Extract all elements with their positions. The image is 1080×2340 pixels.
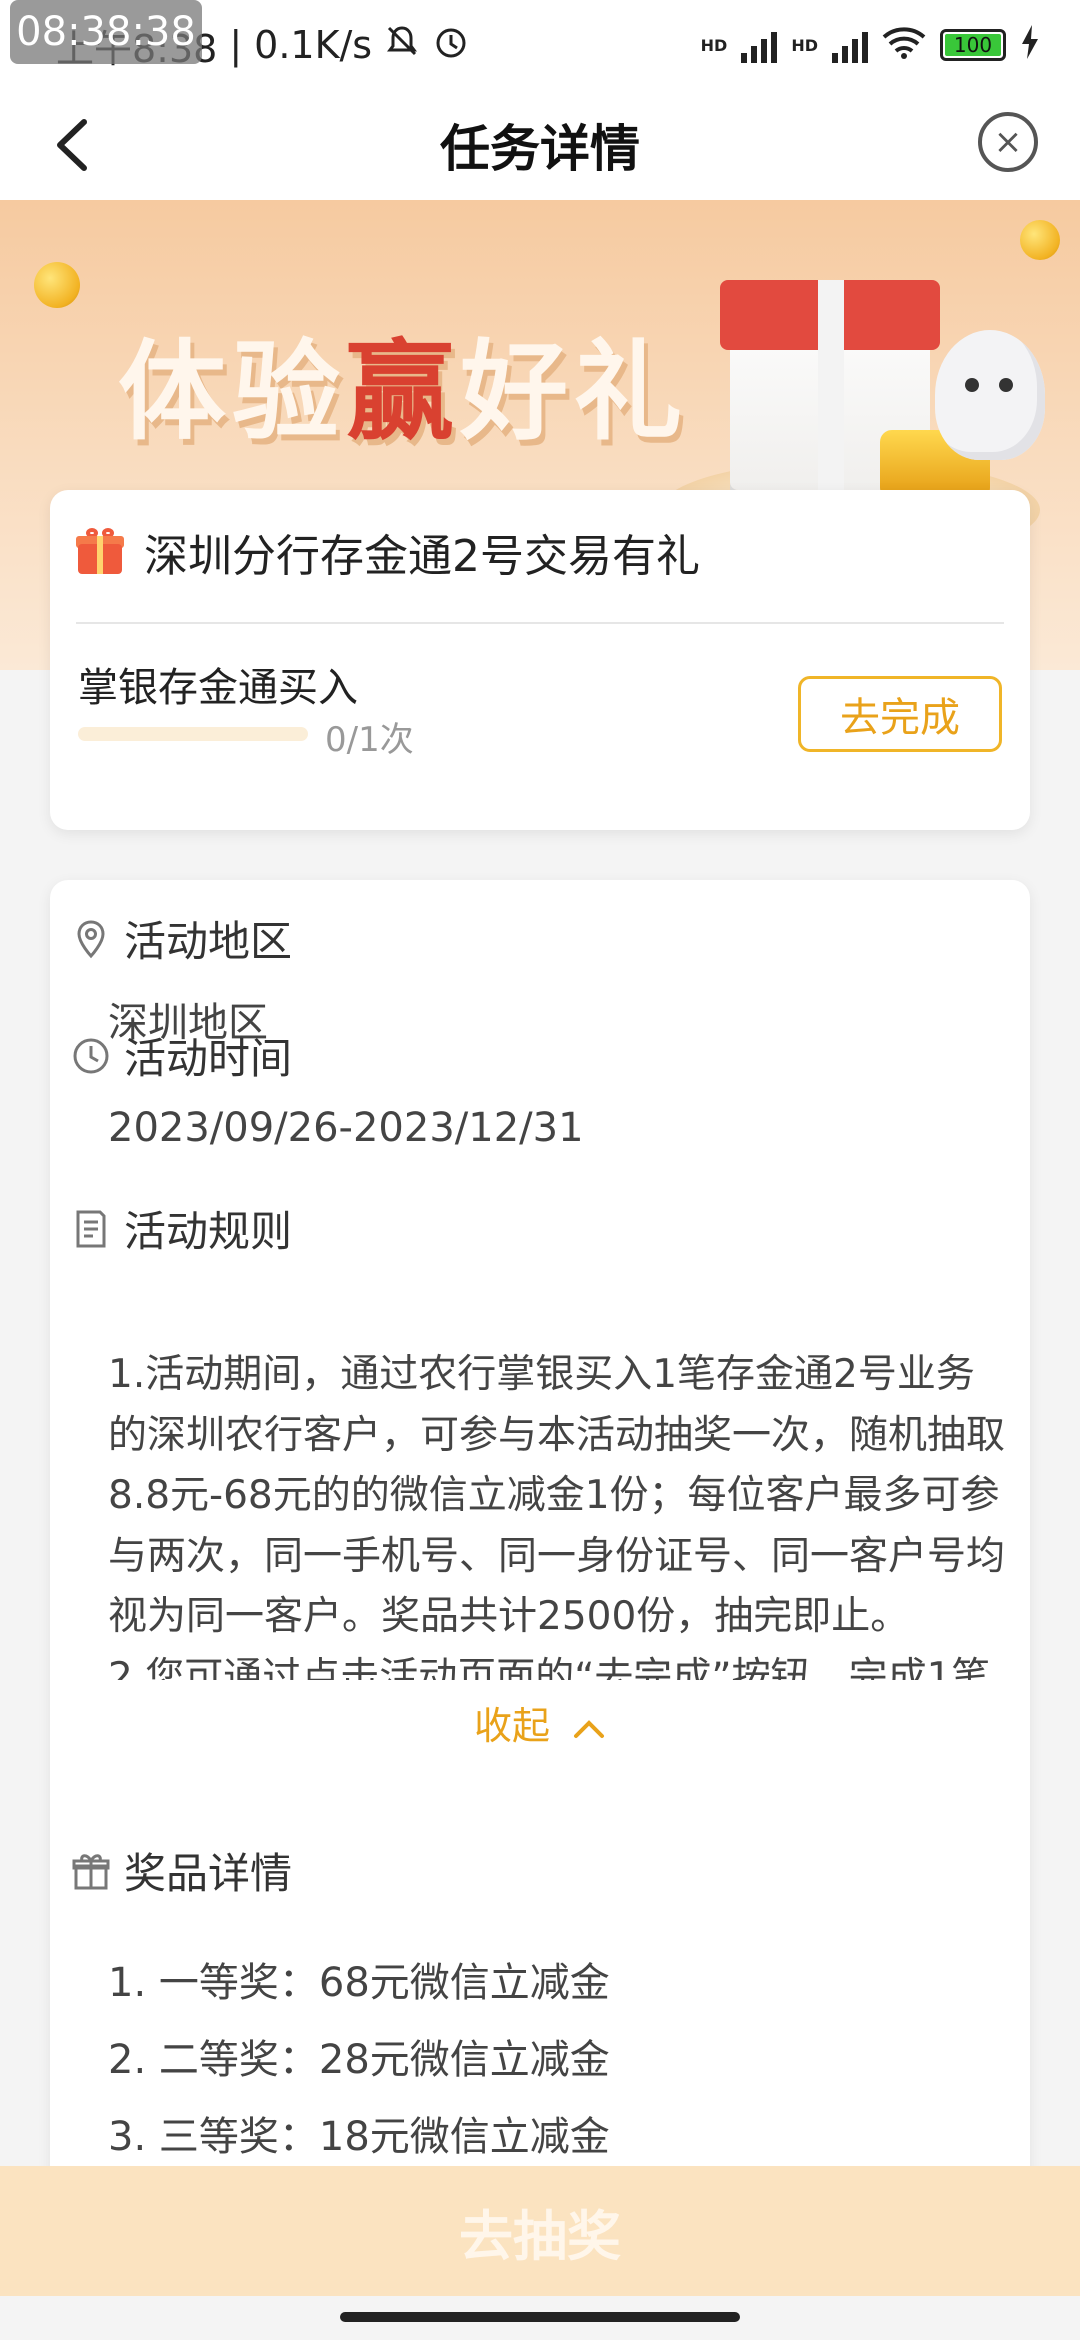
prize-item: 3. 三等奖：18元微信立减金 — [108, 2114, 610, 2160]
banner-title-part1: 体验 — [118, 330, 347, 455]
rules-paragraph: 2.您可通过点击活动页面的“去完成”按钮，完成1笔存金通业务后，再返回点击“去抽… — [108, 1654, 991, 1681]
time-value: 2023/09/26-2023/12/31 — [108, 1105, 584, 1151]
clock-icon — [73, 1038, 109, 1073]
task-card-title: 深圳分行存金通2号交易有礼 — [144, 531, 700, 582]
mute-bell-icon — [384, 23, 420, 68]
rules-section-header: 活动规则 — [70, 1198, 292, 1259]
status-right: HD HD 100 — [700, 24, 1040, 66]
gift-icon — [76, 528, 124, 576]
prize-section-header: 奖品详情 — [70, 1840, 292, 1901]
home-indicator[interactable] — [340, 2312, 740, 2322]
document-icon — [76, 1210, 106, 1247]
chevron-up-icon — [574, 1719, 605, 1738]
prize-item: 2. 二等奖：28元微信立减金 — [108, 2037, 610, 2083]
hd-label-2: HD — [791, 35, 818, 55]
signal-icon — [741, 27, 778, 63]
rules-label: 活动规则 — [124, 1207, 293, 1256]
activity-details-card: 活动地区 深圳地区 活动时间 2023/09/26-2023/12/31 活动规… — [50, 880, 1030, 2200]
battery-icon: 100 — [940, 29, 1006, 61]
divider — [76, 622, 1004, 624]
rules-paragraph: 1.活动期间，通过农行掌银买入1笔存金通2号业务的深圳农行客户，可参与本活动抽奖… — [108, 1352, 1006, 1639]
task-card-header: 深圳分行存金通2号交易有礼 — [76, 520, 700, 584]
alarm-icon — [432, 22, 470, 69]
nav-header: 任务详情 × — [0, 90, 1080, 200]
banner-title-part2: 好礼 — [460, 330, 689, 455]
prize-label: 奖品详情 — [124, 1849, 293, 1898]
close-button[interactable]: × — [978, 112, 1038, 172]
time-section-header: 活动时间 — [70, 1025, 292, 1086]
time-label: 活动时间 — [124, 1034, 293, 1083]
task-name: 掌银存金通买入 — [78, 665, 358, 711]
gift-outline-icon — [72, 1853, 110, 1889]
location-pin-icon — [77, 919, 105, 958]
rules-text: 1.活动期间，通过农行掌银买入1笔存金通2号业务的深圳农行客户，可参与本活动抽奖… — [108, 1345, 1008, 1680]
collapse-label: 收起 — [473, 1704, 550, 1748]
task-progress-bar — [78, 727, 308, 741]
net-speed: 0.1K/s — [254, 23, 373, 67]
time-overlay: 08:38:38 — [10, 0, 202, 64]
region-label: 活动地区 — [124, 917, 293, 966]
coin-decoration — [1020, 220, 1060, 260]
status-separator: | — [229, 23, 243, 67]
page-title: 任务详情 — [440, 120, 640, 178]
draw-lottery-button[interactable]: 去抽奖 — [0, 2166, 1080, 2296]
mascot-illustration — [935, 330, 1045, 460]
banner-title-win: 赢 — [346, 330, 461, 455]
prize-item: 1. 一等奖：68元微信立减金 — [108, 1960, 610, 2006]
hd-label-1: HD — [700, 35, 728, 55]
chevron-left-icon — [57, 119, 87, 171]
go-complete-button[interactable]: 去完成 — [798, 676, 1002, 752]
collapse-toggle[interactable]: 收起 — [50, 1695, 1030, 1750]
coin-decoration — [34, 262, 80, 308]
battery-level: 100 — [945, 34, 1001, 56]
close-icon: × — [993, 122, 1023, 162]
back-button[interactable] — [40, 110, 110, 180]
gift-box-ribbon — [818, 280, 844, 490]
task-progress-text: 0/1次 — [325, 720, 414, 760]
prize-list: 1. 一等奖：68元微信立减金 2. 二等奖：28元微信立减金 3. 三等奖：1… — [108, 1945, 610, 2176]
wifi-icon — [882, 25, 926, 66]
region-section-header: 活动地区 — [70, 908, 292, 969]
signal-icon-2 — [832, 27, 868, 63]
banner-title: 体验赢好礼 — [118, 305, 688, 461]
task-card: 深圳分行存金通2号交易有礼 掌银存金通买入 0/1次 去完成 — [50, 490, 1030, 830]
charging-icon — [1020, 24, 1040, 66]
